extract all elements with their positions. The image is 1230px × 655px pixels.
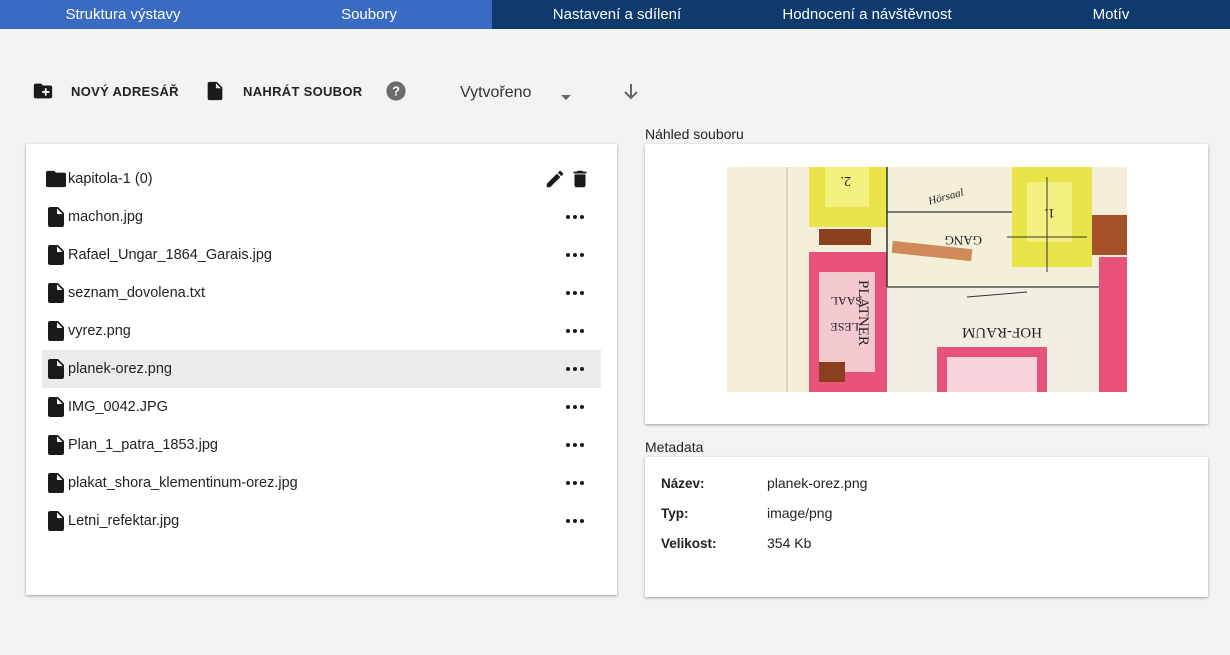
file-icon bbox=[45, 320, 67, 342]
file-icon bbox=[45, 396, 67, 418]
map-label-platner: PLATNER bbox=[855, 280, 871, 346]
metadata-key-type: Typ: bbox=[661, 506, 689, 521]
metadata-value-type: image/png bbox=[767, 505, 833, 521]
preview-title: Náhled souboru bbox=[645, 126, 744, 142]
more-options-icon[interactable] bbox=[565, 511, 585, 531]
metadata-value-size: 354 Kb bbox=[767, 535, 812, 551]
new-folder-button[interactable]: NOVÝ ADRESÁŘ bbox=[32, 80, 179, 102]
map-label-lese: LESE bbox=[830, 320, 859, 334]
file-list-panel: kapitola-1 (0) machon.jpg Rafael_Ungar_1… bbox=[26, 144, 617, 595]
more-options-icon[interactable] bbox=[565, 245, 585, 265]
file-row[interactable]: plakat_shora_klementinum-orez.jpg bbox=[42, 464, 601, 502]
file-name: vyrez.png bbox=[68, 323, 131, 339]
tab-bar: Struktura výstavy Soubory Nastavení a sd… bbox=[0, 0, 1230, 29]
tab-soubory[interactable]: Soubory bbox=[246, 0, 492, 29]
more-options-icon[interactable] bbox=[565, 473, 585, 493]
metadata-title: Metadata bbox=[645, 439, 704, 455]
more-options-icon[interactable] bbox=[565, 359, 585, 379]
map-label-saal: SAAL bbox=[831, 294, 862, 308]
tab-struktura[interactable]: Struktura výstavy bbox=[0, 0, 246, 29]
file-icon bbox=[45, 206, 67, 228]
file-name: Plan_1_patra_1853.jpg bbox=[68, 437, 218, 453]
delete-icon[interactable] bbox=[569, 168, 591, 190]
map-label-gang: GANG bbox=[944, 233, 982, 248]
file-row[interactable]: vyrez.png bbox=[42, 312, 601, 350]
file-icon bbox=[45, 282, 67, 304]
svg-text:?: ? bbox=[392, 84, 400, 99]
folder-icon bbox=[45, 168, 67, 190]
edit-icon[interactable] bbox=[544, 168, 566, 190]
more-options-icon[interactable] bbox=[565, 321, 585, 341]
file-name: Rafael_Ungar_1864_Garais.jpg bbox=[68, 247, 272, 263]
help-icon[interactable]: ? bbox=[385, 80, 407, 102]
file-row-selected[interactable]: planek-orez.png bbox=[42, 350, 601, 388]
file-icon bbox=[45, 244, 67, 266]
sort-direction-button[interactable] bbox=[619, 80, 643, 104]
more-options-icon[interactable] bbox=[565, 207, 585, 227]
file-icon bbox=[45, 510, 67, 532]
file-row[interactable]: IMG_0042.JPG bbox=[42, 388, 601, 426]
folder-name: kapitola-1 (0) bbox=[68, 171, 153, 187]
new-folder-label: NOVÝ ADRESÁŘ bbox=[71, 83, 179, 99]
file-icon bbox=[45, 434, 67, 456]
file-name: plakat_shora_klementinum-orez.jpg bbox=[68, 475, 298, 491]
tab-motiv[interactable]: Motív bbox=[992, 0, 1230, 29]
new-folder-icon bbox=[32, 80, 54, 102]
file-name: IMG_0042.JPG bbox=[68, 399, 168, 415]
metadata-panel: Název: planek-orez.png Typ: image/png Ve… bbox=[645, 457, 1208, 597]
file-row[interactable]: Rafael_Ungar_1864_Garais.jpg bbox=[42, 236, 601, 274]
file-name: machon.jpg bbox=[68, 209, 143, 225]
preview-panel: PLATNER GANG HOF-RAUM SAAL LESE Hörsaal … bbox=[645, 144, 1208, 424]
metadata-key-name: Název: bbox=[661, 476, 705, 491]
upload-file-label: NAHRÁT SOUBOR bbox=[243, 83, 363, 99]
preview-image: PLATNER GANG HOF-RAUM SAAL LESE Hörsaal … bbox=[727, 167, 1127, 392]
map-label-hofraum: HOF-RAUM bbox=[962, 324, 1042, 340]
more-options-icon[interactable] bbox=[565, 435, 585, 455]
file-upload-icon bbox=[204, 80, 226, 102]
arrow-down-icon bbox=[619, 84, 643, 108]
more-options-icon[interactable] bbox=[565, 283, 585, 303]
chevron-down-icon bbox=[560, 89, 572, 107]
map-label-1: 1. bbox=[1045, 205, 1056, 220]
tab-hodnoceni[interactable]: Hodnocení a návštěvnost bbox=[742, 0, 992, 29]
file-name: planek-orez.png bbox=[68, 361, 172, 377]
tab-nastaveni[interactable]: Nastavení a sdílení bbox=[492, 0, 742, 29]
file-row[interactable]: Letni_refektar.jpg bbox=[42, 502, 601, 540]
file-row[interactable]: Plan_1_patra_1853.jpg bbox=[42, 426, 601, 464]
metadata-value-name: planek-orez.png bbox=[767, 475, 868, 491]
file-row[interactable]: machon.jpg bbox=[42, 198, 601, 236]
more-options-icon[interactable] bbox=[565, 397, 585, 417]
folder-row[interactable]: kapitola-1 (0) bbox=[42, 160, 601, 198]
sort-select[interactable]: Vytvořeno bbox=[460, 80, 575, 106]
file-icon bbox=[45, 472, 67, 494]
file-row[interactable]: seznam_dovolena.txt bbox=[42, 274, 601, 312]
upload-file-button[interactable]: NAHRÁT SOUBOR bbox=[204, 80, 362, 102]
file-name: Letni_refektar.jpg bbox=[68, 513, 180, 529]
sort-select-value: Vytvořeno bbox=[460, 84, 532, 101]
metadata-key-size: Velikost: bbox=[661, 536, 717, 551]
file-icon bbox=[45, 358, 67, 380]
file-name: seznam_dovolena.txt bbox=[68, 285, 206, 301]
map-label-2: 2. bbox=[841, 173, 852, 188]
